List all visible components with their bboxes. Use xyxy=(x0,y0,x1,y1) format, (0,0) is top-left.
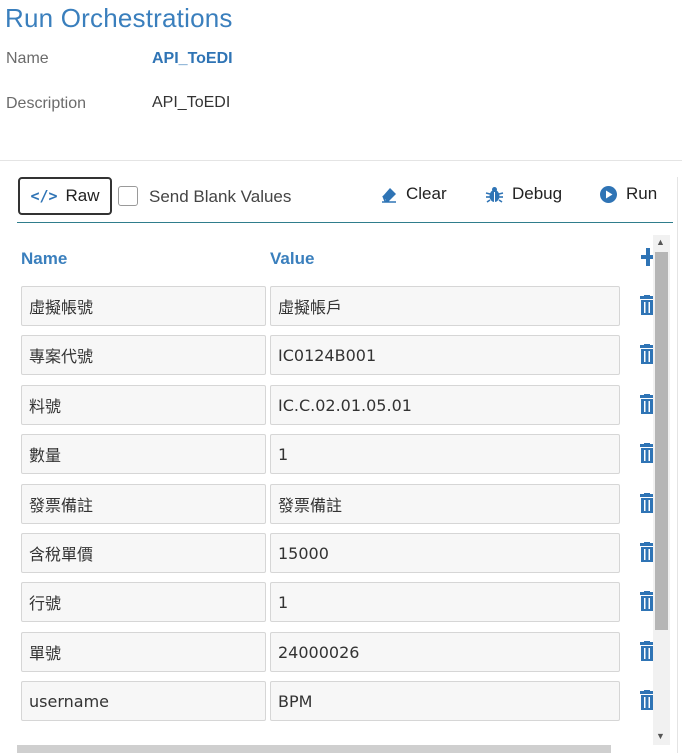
scroll-down-arrow[interactable]: ▼ xyxy=(656,731,665,741)
page-title: Run Orchestrations xyxy=(5,3,233,33)
eraser-icon xyxy=(382,188,396,203)
param-name-input[interactable]: 數量 xyxy=(21,434,266,474)
trash-icon[interactable] xyxy=(640,690,654,710)
param-name-input[interactable]: 行號 xyxy=(21,582,266,622)
trash-icon[interactable] xyxy=(640,443,654,463)
param-value-input[interactable]: 24000026 xyxy=(270,632,620,672)
param-name-input[interactable]: 單號 xyxy=(21,632,266,672)
trash-icon[interactable] xyxy=(640,344,654,364)
toolbar: </> Raw Send Blank Values Clear Debug Ru… xyxy=(17,177,673,223)
panel-edge xyxy=(677,177,678,753)
param-value-input[interactable]: BPM xyxy=(270,681,620,721)
value-column-header: Value xyxy=(270,249,315,268)
run-button[interactable]: Run xyxy=(599,184,657,204)
param-name-input[interactable]: username xyxy=(21,681,266,721)
trash-icon[interactable] xyxy=(640,591,654,611)
code-icon: </> xyxy=(30,187,58,205)
table-row: 數量 1 xyxy=(21,434,654,474)
param-value-input[interactable]: 15000 xyxy=(270,533,620,573)
param-name-input[interactable]: 虛擬帳號 xyxy=(21,286,266,326)
param-value-input[interactable]: 1 xyxy=(270,434,620,474)
trash-icon[interactable] xyxy=(640,493,654,513)
table-row: 專案代號 IC0124B001 xyxy=(21,335,654,375)
param-value-input[interactable]: IC.C.02.01.05.01 xyxy=(270,385,620,425)
name-value: API_ToEDI xyxy=(152,50,233,67)
run-label: Run xyxy=(626,184,658,203)
play-circle-icon xyxy=(600,185,617,203)
horizontal-scrollbar[interactable] xyxy=(17,745,611,753)
description-label: Description xyxy=(6,95,87,112)
table-row: 含稅單價 15000 xyxy=(21,533,654,573)
param-name-input[interactable]: 含稅單價 xyxy=(21,533,266,573)
param-value-input[interactable]: 發票備註 xyxy=(270,484,620,524)
header-divider xyxy=(0,160,682,161)
table-row: 單號 24000026 xyxy=(21,632,654,672)
clear-button[interactable]: Clear xyxy=(380,184,447,204)
debug-label: Debug xyxy=(512,184,563,203)
param-value-input[interactable]: 虛擬帳戶 xyxy=(270,286,620,326)
param-name-input[interactable]: 發票備註 xyxy=(21,484,266,524)
send-blank-values-label[interactable]: Send Blank Values xyxy=(149,187,291,207)
trash-icon[interactable] xyxy=(640,641,654,661)
table-row: 虛擬帳號 虛擬帳戶 xyxy=(21,286,654,326)
clear-label: Clear xyxy=(406,184,447,203)
table-row: username BPM xyxy=(21,681,654,721)
raw-button-label: Raw xyxy=(65,186,100,205)
param-name-input[interactable]: 專案代號 xyxy=(21,335,266,375)
trash-icon[interactable] xyxy=(640,295,654,315)
trash-icon[interactable] xyxy=(640,394,654,414)
name-column-header: Name xyxy=(21,249,68,268)
table-row: 行號 1 xyxy=(21,582,654,622)
table-row: 發票備註 發票備註 xyxy=(21,484,654,524)
debug-button[interactable]: Debug xyxy=(485,184,562,204)
param-value-input[interactable]: 1 xyxy=(270,582,620,622)
send-blank-values-checkbox[interactable] xyxy=(118,186,138,206)
scroll-up-arrow[interactable]: ▲ xyxy=(656,237,665,247)
name-label: Name xyxy=(6,50,49,67)
bug-icon xyxy=(485,186,504,203)
param-name-input[interactable]: 料號 xyxy=(21,385,266,425)
param-value-input[interactable]: IC0124B001 xyxy=(270,335,620,375)
description-value: API_ToEDI xyxy=(152,94,231,111)
scrollbar-thumb[interactable] xyxy=(655,252,668,630)
raw-button[interactable]: </> Raw xyxy=(18,177,112,215)
table-row: 料號 IC.C.02.01.05.01 xyxy=(21,385,654,425)
trash-icon[interactable] xyxy=(640,542,654,562)
